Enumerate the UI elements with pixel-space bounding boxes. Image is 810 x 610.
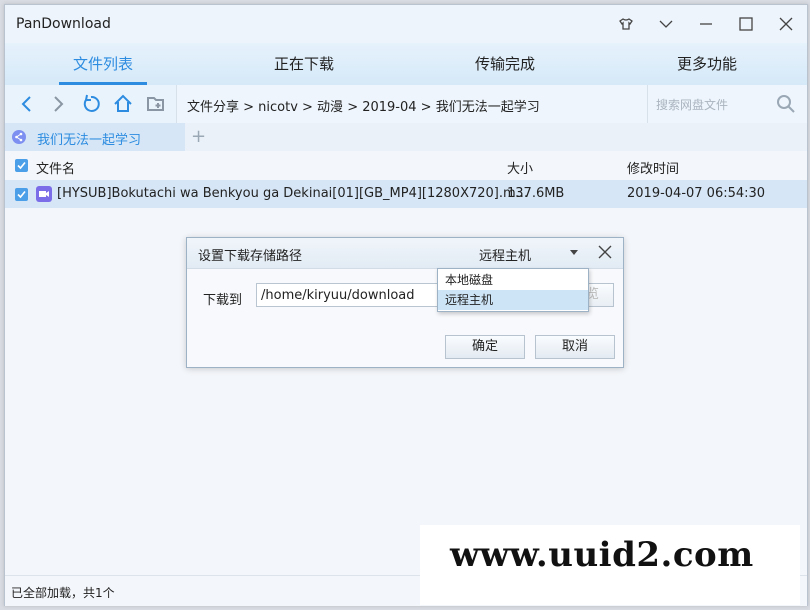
forward-button[interactable] [46, 92, 70, 116]
watermark: www.uuid2.com [420, 525, 800, 605]
search-input[interactable] [654, 93, 768, 117]
dropdown-option-remote-host[interactable]: 远程主机 [438, 290, 588, 310]
dialog-header: 设置下载存储路径 远程主机 [187, 238, 623, 269]
minimize-icon [700, 23, 712, 25]
dropdown-button[interactable] [646, 5, 686, 43]
search-box [648, 85, 807, 123]
caret-down-icon[interactable] [570, 250, 578, 255]
add-tab-icon[interactable]: + [191, 126, 206, 147]
cancel-button[interactable]: 取消 [535, 335, 615, 359]
watermark-text: www.uuid2.com [450, 535, 754, 575]
title-bar: PanDownload [5, 5, 807, 43]
video-file-icon [36, 186, 52, 202]
download-path-input[interactable] [256, 283, 442, 307]
refresh-icon [83, 94, 100, 112]
home-icon [114, 94, 132, 112]
tab-file-list[interactable]: 文件列表 [43, 43, 163, 85]
download-to-label: 下载到 [203, 293, 243, 308]
back-button[interactable] [15, 92, 39, 116]
tab-more-features[interactable]: 更多功能 [647, 43, 767, 85]
file-list-header: 文件名 大小 修改时间 [5, 151, 807, 180]
home-button[interactable] [111, 92, 135, 116]
status-text: 已全部加载，共1个 [11, 586, 115, 600]
folder-tab[interactable]: 我们无法一起学习 [5, 123, 185, 151]
folder-tab-strip: 我们无法一起学习 + [5, 123, 807, 152]
dropdown-option-local-disk[interactable]: 本地磁盘 [438, 270, 588, 290]
back-arrow-icon [21, 96, 31, 112]
search-icon[interactable] [776, 94, 796, 114]
new-folder-button[interactable] [144, 92, 168, 116]
app-title: PanDownload [16, 16, 111, 32]
maximize-icon [739, 17, 753, 31]
shirt-icon [619, 18, 633, 30]
breadcrumb[interactable]: 文件分享 > nicotv > 动漫 > 2019-04 > 我们无法一起学习 [176, 85, 648, 123]
column-size[interactable]: 大小 [507, 158, 533, 177]
checkmark-icon [17, 161, 26, 170]
minimize-button[interactable] [686, 5, 726, 43]
column-name[interactable]: 文件名 [36, 158, 75, 177]
dialog-title: 设置下载存储路径 [198, 249, 303, 264]
toolbar: 文件分享 > nicotv > 动漫 > 2019-04 > 我们无法一起学习 [5, 85, 807, 124]
storage-select-value[interactable]: 远程主机 [479, 245, 531, 264]
folder-tab-label: 我们无法一起学习 [37, 133, 142, 148]
breadcrumb-path: 文件分享 > nicotv > 动漫 > 2019-04 > 我们无法一起学习 [187, 100, 540, 115]
select-all-checkbox[interactable] [15, 159, 28, 172]
tab-downloading[interactable]: 正在下载 [244, 43, 364, 85]
file-size: 137.6MB [507, 186, 565, 201]
file-name: [HYSUB]Bokutachi wa Benkyou ga Dekinai[0… [57, 186, 529, 201]
close-button[interactable] [766, 5, 806, 43]
main-tabs: 文件列表 正在下载 传输完成 更多功能 [5, 43, 807, 85]
file-modified: 2019-04-07 06:54:30 [627, 186, 766, 201]
storage-dropdown-menu: 本地磁盘 远程主机 [437, 268, 589, 312]
dialog-close-icon[interactable] [597, 244, 613, 260]
forward-arrow-icon [54, 96, 64, 112]
folder-add-icon [147, 97, 164, 111]
skin-button[interactable] [606, 5, 646, 43]
tab-completed[interactable]: 传输完成 [445, 43, 565, 85]
share-icon [12, 130, 26, 144]
checkmark-icon [17, 190, 26, 199]
refresh-button[interactable] [79, 92, 103, 116]
close-icon [779, 17, 793, 31]
column-modified[interactable]: 修改时间 [627, 158, 679, 177]
ok-button[interactable]: 确定 [445, 335, 525, 359]
chevron-down-icon [659, 20, 673, 28]
table-row[interactable]: [HYSUB]Bokutachi wa Benkyou ga Dekinai[0… [5, 180, 807, 208]
row-checkbox[interactable] [15, 188, 28, 201]
maximize-button[interactable] [726, 5, 766, 43]
